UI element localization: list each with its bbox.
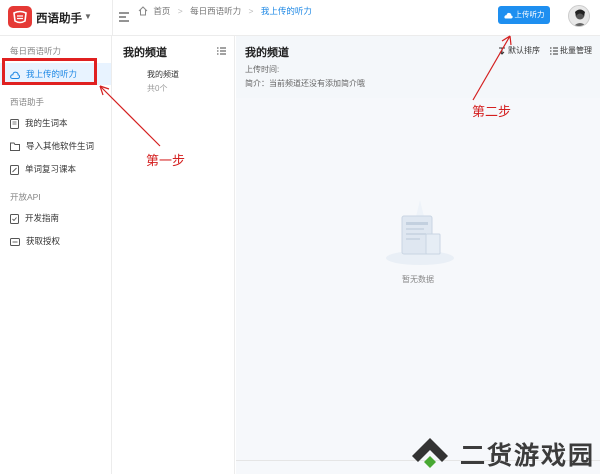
watermark-logo: 二货游戏园 — [408, 432, 600, 474]
annotation-step-two: 第二步 — [472, 104, 512, 119]
watermark-text: 二货游戏园 — [460, 442, 596, 470]
annotation-arrows — [99, 35, 512, 147]
watermark-chevron-icon — [412, 438, 448, 468]
annotation-step-one: 第一步 — [146, 153, 186, 168]
